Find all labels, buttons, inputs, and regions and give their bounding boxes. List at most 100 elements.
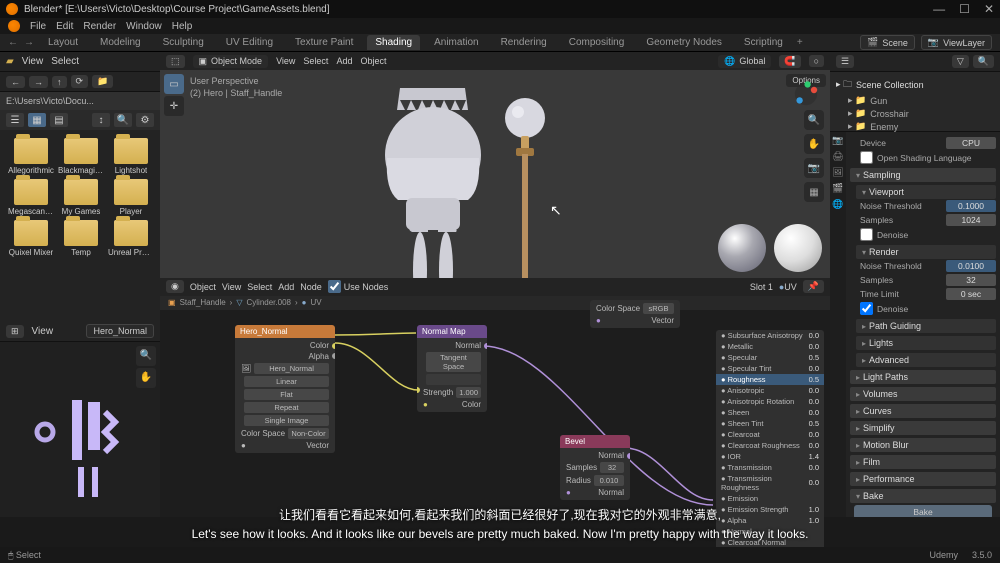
tab-view-icon[interactable]: 🖼 <box>830 164 846 180</box>
panel-render[interactable]: Render <box>856 245 996 259</box>
material-selector[interactable]: ●UV <box>779 282 797 292</box>
panel-motionblur[interactable]: Motion Blur <box>850 438 996 452</box>
add-workspace-icon[interactable]: + <box>797 37 803 48</box>
shader-input-row[interactable]: ● Specular Tint0.0 <box>716 363 824 374</box>
ne-menu-select[interactable]: Select <box>247 282 272 292</box>
fb-menu-view[interactable]: View <box>22 56 44 67</box>
panel-simplify[interactable]: Simplify <box>850 421 996 435</box>
tab-layout[interactable]: Layout <box>40 35 86 50</box>
snap-icon[interactable]: 🧲 <box>779 55 800 68</box>
menu-render[interactable]: Render <box>83 21 116 32</box>
node-principled-bsdf[interactable]: ● Subsurface Anisotropy0.0● Metallic0.0●… <box>716 330 824 559</box>
editor-type-icon[interactable]: ⬚ <box>166 55 185 68</box>
tab-geonodes[interactable]: Geometry Nodes <box>638 35 730 50</box>
folder-item[interactable]: Quixel Mixer <box>8 220 54 257</box>
display-grid-icon[interactable]: ▤ <box>50 113 68 127</box>
shader-input-row[interactable]: ● Transmission0.0 <box>716 462 824 473</box>
scene-selector[interactable]: 🎬 Scene <box>860 35 915 50</box>
node-colorspace-frag[interactable]: Color SpacesRGB ● Vector <box>590 300 680 328</box>
vp-menu-view[interactable]: View <box>276 56 295 66</box>
nav-up-icon[interactable]: ↑ <box>52 76 67 88</box>
nav-back-icon[interactable]: ← <box>6 76 25 88</box>
tab-sculpting[interactable]: Sculpting <box>155 35 212 50</box>
outliner-icon[interactable]: ☰ <box>836 55 854 68</box>
folder-item[interactable]: Allegorithmic <box>8 138 54 175</box>
panel-perf[interactable]: Performance <box>850 472 996 486</box>
nav-fwd-icon[interactable]: → <box>29 76 48 88</box>
shader-input-row[interactable]: ● Roughness0.5 <box>716 374 824 385</box>
tab-shading[interactable]: Shading <box>367 35 420 50</box>
folder-item[interactable]: Temp <box>58 220 104 257</box>
menu-edit[interactable]: Edit <box>56 21 73 32</box>
tab-scripting[interactable]: Scripting <box>736 35 791 50</box>
uv-view[interactable]: View <box>32 326 54 337</box>
tab-compositing[interactable]: Compositing <box>561 35 633 50</box>
vp-menu-add[interactable]: Add <box>336 56 352 66</box>
panel-volumes[interactable]: Volumes <box>850 387 996 401</box>
sort-icon[interactable]: ↕ <box>92 113 110 127</box>
panel-curves[interactable]: Curves <box>850 404 996 418</box>
mode-selector[interactable]: ▣Object Mode <box>193 55 269 68</box>
cursor-tool-icon[interactable]: ✛ <box>164 96 184 116</box>
use-nodes-toggle[interactable]: Use Nodes <box>328 280 389 293</box>
denoise-r-checkbox[interactable] <box>860 302 873 315</box>
proportional-icon[interactable]: ○ <box>809 55 824 67</box>
osl-checkbox[interactable] <box>860 151 873 164</box>
slot-selector[interactable]: Slot 1 <box>750 282 773 292</box>
uv-editor-icon[interactable]: ⊞ <box>6 325 24 338</box>
maximize-icon[interactable]: ☐ <box>959 2 970 16</box>
menu-file[interactable]: File <box>30 21 46 32</box>
folder-item[interactable]: Unreal Projects <box>108 220 154 257</box>
shader-input-row[interactable]: ● Anisotropic Rotation0.0 <box>716 396 824 407</box>
menu-help[interactable]: Help <box>172 21 193 32</box>
shader-editor-icon[interactable]: ◉ <box>166 280 184 293</box>
blender-menu-icon[interactable] <box>8 20 20 32</box>
shader-input-row[interactable]: ● Subsurface Anisotropy0.0 <box>716 330 824 341</box>
nav-refresh-icon[interactable]: ⟳ <box>71 75 89 88</box>
node-bevel[interactable]: Bevel Normal Samples32 Radius0.010 ● Nor… <box>560 435 630 500</box>
viewport-3d[interactable]: ▭ ✛ Options User Perspective (2) Hero | … <box>160 70 830 278</box>
tab-rendering[interactable]: Rendering <box>493 35 555 50</box>
outliner[interactable]: ▸ 🗀 Scene Collection ▸ 📁 Gun ▸ 📁 Crossha… <box>830 72 1000 132</box>
menu-window[interactable]: Window <box>126 21 162 32</box>
shader-input-row[interactable]: ● Transmission Roughness0.0 <box>716 473 824 493</box>
minimize-icon[interactable]: — <box>933 2 945 16</box>
panel-advanced[interactable]: Advanced <box>856 353 996 367</box>
folder-item[interactable]: Lightshot <box>108 138 154 175</box>
fb-menu-select[interactable]: Select <box>51 56 79 67</box>
shader-input-row[interactable]: ● Anisotropic0.0 <box>716 385 824 396</box>
panel-pathguide[interactable]: Path Guiding <box>856 319 996 333</box>
close-icon[interactable]: ✕ <box>984 2 994 16</box>
panel-sampling[interactable]: Sampling <box>850 168 996 182</box>
perspective-icon[interactable]: ▦ <box>804 182 824 202</box>
viewlayer-selector[interactable]: 📷 ViewLayer <box>921 35 992 50</box>
vp-menu-select[interactable]: Select <box>303 56 328 66</box>
vp-menu-object[interactable]: Object <box>360 56 386 66</box>
search-icon[interactable]: 🔍 <box>973 55 994 68</box>
back-icon[interactable]: ← <box>8 37 18 48</box>
panel-bake[interactable]: Bake <box>850 489 996 503</box>
nav-newfolder-icon[interactable]: 📁 <box>92 75 113 88</box>
filter-icon[interactable]: ▽ <box>952 55 969 68</box>
panel-viewport[interactable]: Viewport <box>856 185 996 199</box>
shader-input-row[interactable]: ● Metallic0.0 <box>716 341 824 352</box>
shader-input-row[interactable]: ● Clearcoat Roughness0.0 <box>716 440 824 451</box>
node-normal-map[interactable]: Normal Map Normal Tangent Space Strength… <box>417 325 487 412</box>
tab-world-icon[interactable]: 🌐 <box>830 196 846 212</box>
uv-display[interactable]: 🔍 ✋ <box>0 342 160 518</box>
render-sphere[interactable] <box>774 224 822 272</box>
folder-item[interactable]: Megascans L... <box>8 179 54 216</box>
display-thumb-icon[interactable]: ▦ <box>28 113 46 127</box>
tab-texpaint[interactable]: Texture Paint <box>287 35 361 50</box>
panel-lights2[interactable]: Lights <box>856 336 996 350</box>
display-list-icon[interactable]: ☰ <box>6 113 24 127</box>
tab-render-icon[interactable]: 📷 <box>830 132 846 148</box>
shader-input-row[interactable]: ● Specular0.5 <box>716 352 824 363</box>
camera-icon[interactable]: 📷 <box>804 158 824 178</box>
tab-animation[interactable]: Animation <box>426 35 486 50</box>
move-view-icon[interactable]: ✋ <box>804 134 824 154</box>
zoom-icon[interactable]: 🔍 <box>804 110 824 130</box>
shader-input-row[interactable]: ● IOR1.4 <box>716 451 824 462</box>
panel-lightpaths[interactable]: Light Paths <box>850 370 996 384</box>
shader-input-row[interactable]: ● Emission <box>716 493 824 504</box>
